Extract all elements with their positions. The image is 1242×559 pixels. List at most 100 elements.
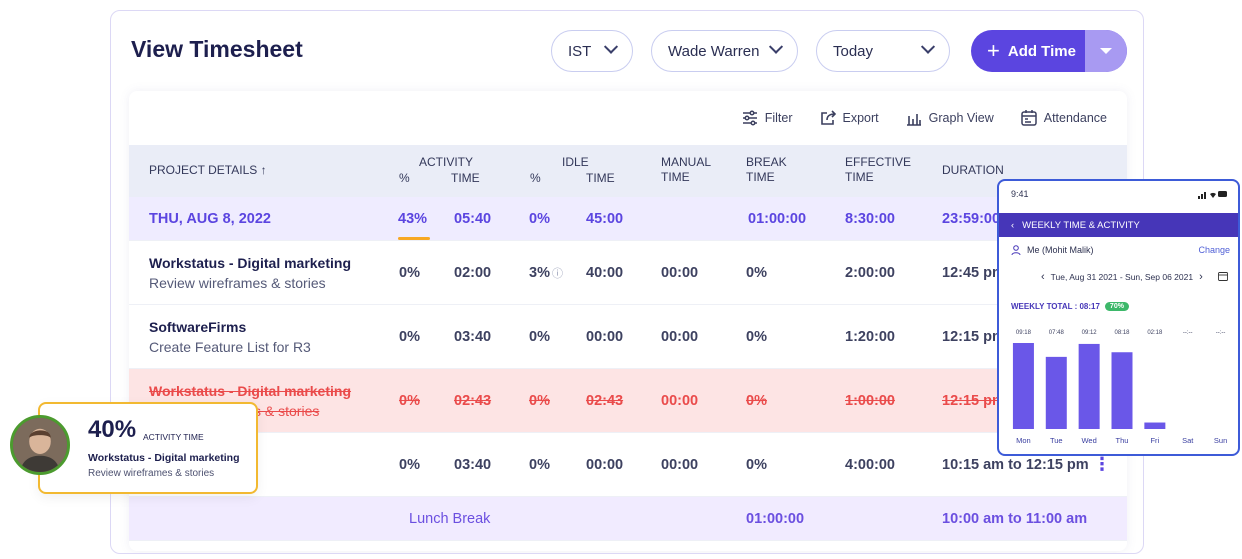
activity-pct: 0% [399, 456, 420, 473]
col-duration: DURATION [942, 163, 1004, 177]
phone-date-range: ‹ Tue, Aug 31 2021 - Sun, Sep 06 2021 › [1041, 271, 1228, 283]
project-name: Workstatus - Digital marketing [149, 254, 352, 271]
weekly-total-text: WEEKLY TOTAL : 08:17 [1011, 302, 1100, 311]
plus-icon: + [987, 38, 1000, 63]
bar-thu[interactable] [1111, 352, 1133, 429]
user-select[interactable]: Wade Warren [651, 30, 798, 72]
date-range-value: Today [833, 42, 874, 60]
user-value: Wade Warren [668, 42, 760, 60]
col-activity-time: TIME [451, 171, 480, 185]
phone-header: ‹ WEEKLY TIME & ACTIVITY [999, 213, 1238, 237]
project-cell: SoftwareFirms Create Feature List for R3 [149, 305, 311, 368]
table-toolbar: Filter Export Graph View Attendance [741, 109, 1107, 127]
bar-value-label: --:-- [1216, 330, 1226, 336]
phone-range-text: Tue, Aug 31 2021 - Sun, Sep 06 2021 [1050, 272, 1194, 282]
day-label: Tue [1050, 436, 1063, 445]
day-label: Fri [1150, 436, 1159, 445]
day-idle-pct: 0% [529, 210, 550, 227]
activity-percent: 40% [88, 416, 137, 443]
bar-value-label: --:-- [1183, 330, 1193, 336]
phone-time: 9:41 [1011, 189, 1029, 199]
col-effective-time: EFFECTIVE TIME [845, 155, 911, 185]
activity-task: Review wireframes & stories [88, 468, 215, 479]
day-idle-time: 45:00 [586, 210, 624, 227]
phone-user-name: Me (Mohit Malik) [1027, 245, 1094, 255]
next-week-icon[interactable]: › [1199, 271, 1203, 283]
lunch-duration: 10:00 am to 11:00 am [942, 510, 1088, 527]
col-project-details[interactable]: PROJECT DETAILS ↑ [149, 163, 267, 178]
table-row[interactable]: Workstatus - Digital marketing Review wi… [129, 241, 1127, 305]
duration: 12:15 pm [942, 328, 1005, 345]
effective-time: 2:00:00 [845, 264, 895, 281]
bar-value-label: 02:18 [1147, 330, 1163, 336]
change-user-link[interactable]: Change [1198, 245, 1230, 255]
day-date: THU, AUG 8, 2022 [149, 210, 271, 227]
activity-project: Workstatus - Digital marketing [88, 452, 240, 464]
col-activity: ACTIVITY [419, 155, 474, 169]
prev-week-icon[interactable]: ‹ [1041, 271, 1045, 283]
day-label: Wed [1081, 436, 1096, 445]
add-time-label: Add Time [1007, 42, 1076, 60]
weekly-total: WEEKLY TOTAL : 08:17 70% [1011, 302, 1129, 311]
project-name: SoftwareFirms [149, 318, 247, 335]
bar-mon[interactable] [1012, 343, 1034, 429]
break-time: 0% [746, 456, 767, 473]
caret-down-icon [1100, 48, 1112, 54]
idle-time: 00:00 [586, 456, 624, 473]
col-effective-l2: TIME [845, 170, 874, 184]
activity-pct: 0% [399, 328, 420, 345]
lunch-break-time: 01:00:00 [746, 510, 805, 527]
filter-button[interactable]: Filter [741, 109, 793, 127]
manual-time: 00:00 [661, 328, 699, 345]
chevron-down-icon [920, 39, 936, 54]
export-icon [820, 110, 836, 125]
phone-header-title: WEEKLY TIME & ACTIVITY [1022, 219, 1140, 231]
add-time-button[interactable]: + Add Time [971, 30, 1127, 72]
day-label: Sat [1182, 436, 1194, 445]
export-label: Export [842, 111, 879, 125]
col-idle: IDLE [562, 155, 589, 169]
day-summary-row: THU, AUG 8, 2022 43% 05:40 0% 45:00 01:0… [129, 197, 1127, 241]
date-range-select[interactable]: Today [816, 30, 950, 72]
project-cell: Workstatus - Digital marketing Review wi… [149, 241, 351, 304]
activity-label: ACTIVITY TIME [143, 432, 204, 442]
idle-time: 02:43 [586, 392, 624, 409]
task-name: Review wireframes & stories [149, 274, 326, 291]
table-row[interactable]: 0% 03:40 0% 00:00 00:00 0% 4:00:00 10:15… [129, 433, 1127, 497]
table-row[interactable]: SoftwareFirms Create Feature List for R3… [129, 305, 1127, 369]
chevron-down-icon [768, 39, 784, 54]
manual-time: 00:00 [661, 392, 699, 409]
lunch-break-row: Lunch Break 01:00:00 10:00 am to 11:00 a… [129, 497, 1127, 541]
calendar-icon[interactable] [1218, 271, 1228, 283]
duration: 12:45 pm [942, 264, 1005, 281]
weekly-total-badge: 70% [1104, 302, 1129, 311]
info-icon[interactable]: ⓘ [552, 265, 563, 281]
idle-pct: 0% [529, 328, 550, 345]
bar-wed[interactable] [1078, 343, 1100, 429]
manual-time: 00:00 [661, 264, 699, 281]
filter-sliders-icon [742, 110, 757, 126]
lunch-label: Lunch Break [409, 510, 491, 527]
bar-value-label: 07:48 [1049, 330, 1065, 336]
bar-tue[interactable] [1045, 356, 1067, 429]
attendance-button[interactable]: Attendance [1020, 109, 1107, 127]
graph-view-button[interactable]: Graph View [905, 109, 994, 127]
add-time-dropdown-toggle[interactable] [1085, 30, 1127, 72]
timezone-select[interactable]: IST [551, 30, 633, 72]
bar-fri[interactable] [1144, 422, 1166, 429]
export-button[interactable]: Export [819, 109, 879, 127]
project-name: Workstatus - Digital marketing [149, 382, 352, 399]
bar-value-label: 09:12 [1082, 330, 1098, 336]
idle-pct: 3% ⓘ [529, 241, 563, 304]
day-duration: 23:59:00 [942, 210, 1001, 227]
bar-chart-icon [906, 114, 921, 126]
bar-value-label: 08:18 [1114, 330, 1130, 336]
back-chevron-icon[interactable]: ‹ [1011, 220, 1014, 231]
break-time: 0% [746, 328, 767, 345]
table-row-deleted[interactable]: Workstatus - Digital marketing s & stori… [129, 369, 1127, 433]
chevron-down-icon [603, 39, 619, 54]
activity-time: 03:40 [454, 456, 492, 473]
activity-time-card: 40% ACTIVITY TIME Workstatus - Digital m… [38, 402, 258, 494]
idle-time: 00:00 [586, 328, 624, 345]
duration: 12:15 pm [942, 392, 1005, 409]
